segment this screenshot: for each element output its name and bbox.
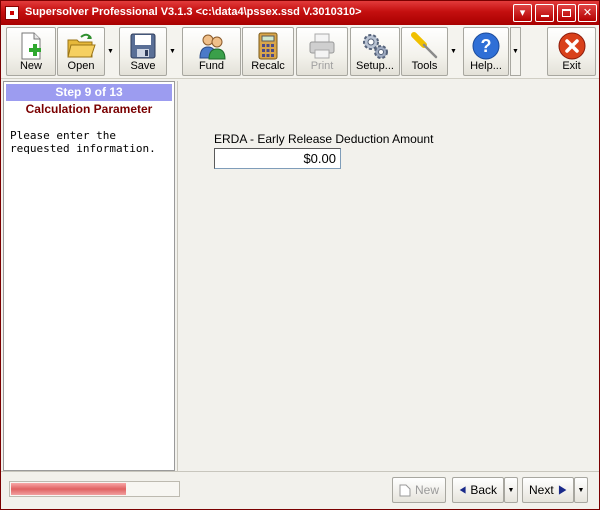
minimize-icon (540, 15, 549, 17)
save-label: Save (130, 60, 156, 72)
back-dropdown-arrow[interactable]: ▼ (504, 477, 518, 503)
maximize-icon (562, 9, 571, 17)
open-label: Open (67, 60, 95, 72)
help-icon: ? (472, 32, 500, 60)
back-arrow-icon (459, 486, 466, 494)
screwdriver-icon (410, 32, 437, 59)
calculator-icon (258, 32, 278, 60)
printer-icon (309, 33, 335, 59)
fund-people-icon (198, 34, 226, 60)
save-disk-icon (130, 33, 156, 59)
main-panel: ERDA - Early Release Deduction Amount (177, 81, 597, 471)
new-label: New (19, 60, 42, 72)
step-panel: Step 9 of 13 Calculation Parameter Pleas… (3, 81, 175, 471)
new-button[interactable]: New (6, 27, 56, 76)
recalc-label: Recalc (251, 60, 285, 72)
print-button[interactable]: Print (296, 27, 348, 76)
erda-input[interactable] (214, 148, 341, 169)
setup-label: Setup... (356, 60, 394, 72)
new-document-icon (21, 32, 41, 60)
tools-dropdown-arrow[interactable]: ▼ (448, 27, 459, 76)
toolbar: New Open ▼ Save ▼ Fund Recalc Print Setu… (1, 25, 599, 79)
open-button[interactable]: Open (57, 27, 105, 76)
next-label: Next (529, 483, 554, 497)
tools-button[interactable]: Tools (401, 27, 448, 76)
open-folder-icon (67, 33, 96, 58)
close-icon: ✕ (582, 6, 593, 19)
title-bar[interactable]: Supersolver Professional V3.1.3 <c:\data… (1, 1, 599, 25)
step-subtitle: Calculation Parameter (25, 102, 153, 116)
progress-fill (11, 483, 126, 495)
maximize-button[interactable] (557, 4, 576, 22)
svg-text:?: ? (481, 36, 492, 56)
progress-bar (9, 481, 180, 497)
next-button[interactable]: Next (522, 477, 574, 503)
new-nav-button[interactable]: New (392, 477, 446, 503)
help-label: Help... (470, 60, 502, 72)
menu-button[interactable]: ▾ (513, 4, 532, 22)
new-nav-label: New (414, 483, 439, 497)
save-dropdown-arrow[interactable]: ▼ (167, 27, 178, 76)
app-icon[interactable] (5, 6, 19, 20)
help-button[interactable]: ? Help... (463, 27, 509, 76)
step-indicator: Step 9 of 13 (6, 84, 172, 101)
fund-label: Fund (198, 60, 225, 72)
back-button[interactable]: Back (452, 477, 504, 503)
fund-button[interactable]: Fund (182, 27, 241, 76)
setup-button[interactable]: Setup... (350, 27, 400, 76)
help-dropdown-arrow[interactable]: ▼ (510, 27, 521, 76)
close-button[interactable]: ✕ (578, 4, 597, 22)
window-title: Supersolver Professional V3.1.3 <c:\data… (25, 6, 362, 18)
exit-label: Exit (562, 60, 581, 72)
exit-button[interactable]: Exit (547, 27, 596, 76)
erda-label: ERDA - Early Release Deduction Amount (214, 132, 434, 146)
setup-gears-icon (363, 34, 388, 59)
next-arrow-icon (558, 485, 567, 495)
save-button[interactable]: Save (119, 27, 167, 76)
app-window: Supersolver Professional V3.1.3 <c:\data… (0, 0, 600, 510)
print-label: Print (310, 60, 334, 72)
bottom-bar: New Back ▼ Next ▼ (1, 471, 599, 509)
tools-label: Tools (411, 60, 438, 72)
exit-icon (558, 32, 585, 60)
open-dropdown-arrow[interactable]: ▼ (105, 27, 116, 76)
new-page-icon (399, 484, 411, 496)
recalc-button[interactable]: Recalc (242, 27, 294, 76)
back-label: Back (470, 483, 497, 497)
step-instructions: Please enter the requested information. (10, 129, 156, 155)
next-dropdown-arrow[interactable]: ▼ (574, 477, 588, 503)
minimize-button[interactable] (535, 4, 554, 22)
